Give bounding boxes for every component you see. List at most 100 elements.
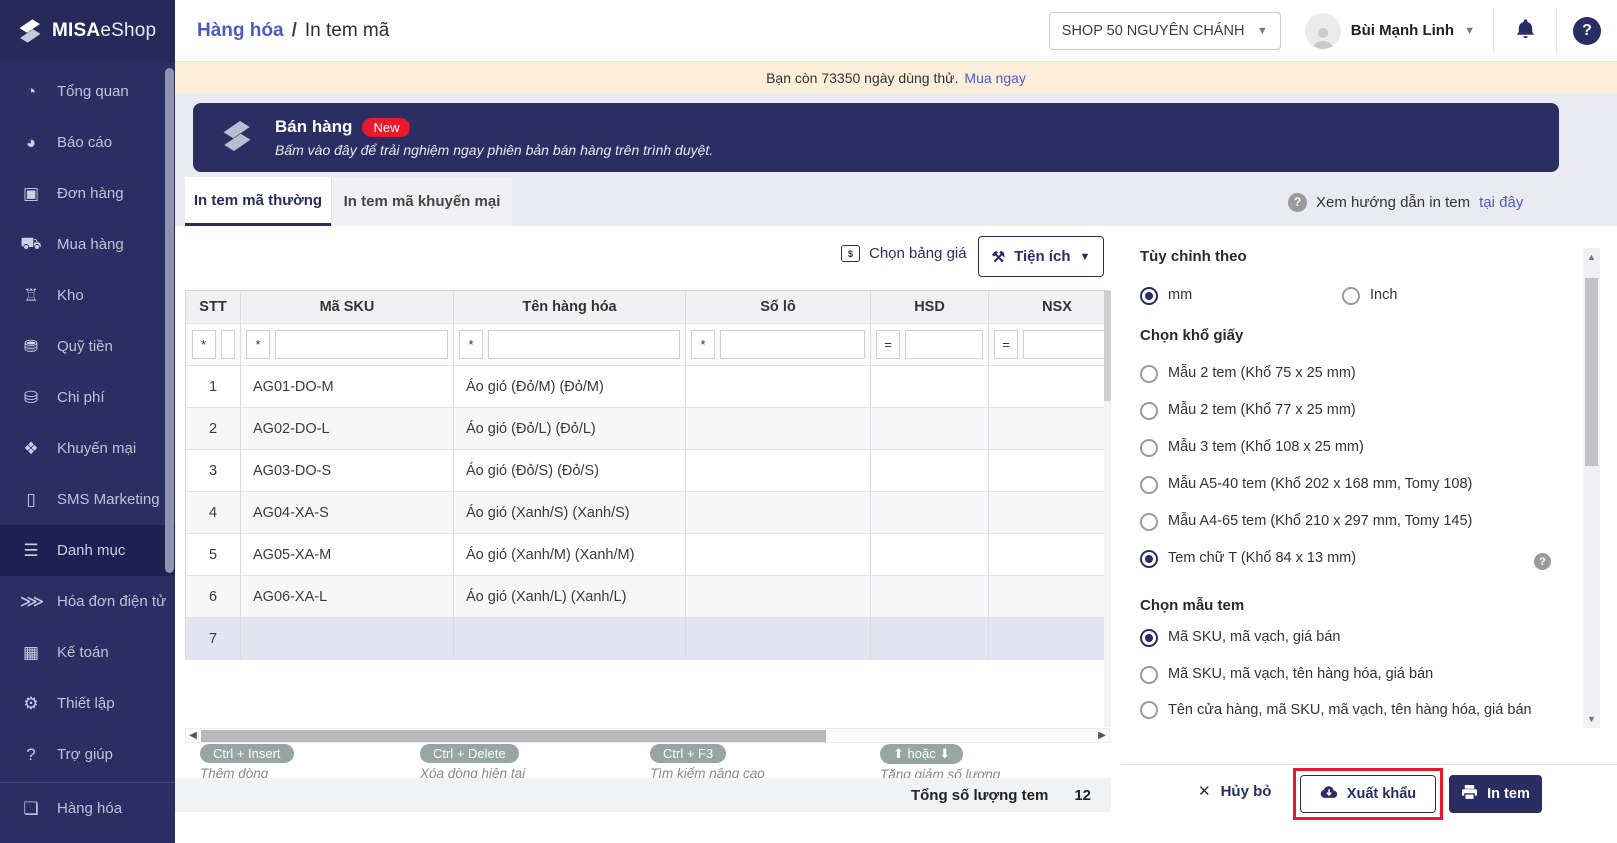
filter-input-hsd[interactable] [905,330,983,359]
panel-vertical-scrollbar[interactable]: ▲ ▼ [1583,248,1600,728]
tab-in-tem-ma-khuyen-mai[interactable]: In tem mã khuyến mại [331,177,512,226]
filter-operator[interactable]: = [876,330,900,359]
table-row[interactable]: 1 AG01-DO-M Áo gió (Đỏ/M) (Đỏ/M) [186,366,1110,408]
export-button[interactable]: Xuất khẩu [1300,775,1436,813]
app-logo[interactable]: MISAeShop [0,0,175,62]
sidebar-item-sms-marketing[interactable]: ▯ SMS Marketing [0,474,175,525]
radio-paper-option[interactable]: Mẫu A4-65 tem (Khổ 210 x 297 mm, Tomy 14… [1140,513,1472,531]
column-header-ma-sku[interactable]: Mã SKU [241,291,454,324]
radio-paper-option[interactable]: Mẫu 2 tem (Khổ 77 x 25 mm) [1140,402,1356,420]
filter-operator[interactable]: * [246,330,270,359]
cell-sku: AG03-DO-S [241,450,454,492]
column-header-ten-hang-hoa[interactable]: Tên hàng hóa [454,291,686,324]
cloud-download-icon [1320,785,1338,803]
notifications-button[interactable] [1494,17,1556,44]
table-row[interactable]: 2 AG02-DO-L Áo gió (Đỏ/L) (Đỏ/L) [186,408,1110,450]
guide-link[interactable]: tại đây [1479,194,1523,211]
print-button[interactable]: In tem [1449,775,1542,813]
table-horizontal-scrollbar[interactable]: ◀ ▶ [185,728,1110,743]
table-row-selected[interactable]: 7 [186,618,1110,660]
shop-selector[interactable]: SHOP 50 NGUYÊN CHÁNH ▼ [1048,11,1281,50]
sidebar-item-danh-muc[interactable]: ☰ Danh mục [0,525,175,576]
filter-operator[interactable]: * [691,330,715,359]
promo-banner[interactable]: Bán hàng New Bấm vào đây để trải nghiệm … [193,103,1559,172]
filter-input-ma-sku[interactable] [275,330,448,359]
radio-template-option-selected[interactable]: Mã SKU, mã vạch, giá bán [1140,629,1340,647]
sidebar-scrollbar[interactable] [165,68,174,573]
sidebar-item-khuyen-mai[interactable]: ❖ Khuyến mại [0,423,175,474]
print-guide: ? Xem hướng dẫn in tem tại đây [1288,190,1523,214]
radio-label: Mẫu 3 tem (Khổ 108 x 25 mm) [1168,439,1364,455]
breadcrumb-current: In tem mã [304,19,390,41]
shortcut-advanced-search: Ctrl + F3 Tìm kiếm nâng cao [650,744,765,781]
sidebar-item-mua-hang[interactable]: ⛟ Mua hàng [0,219,175,270]
sidebar-item-label: Thiết lập [57,695,115,712]
sidebar-item-quy-tien[interactable]: ⛃ Quỹ tiền [0,321,175,372]
table-row[interactable]: 5 AG05-XA-M Áo gió (Xanh/M) (Xanh/M) [186,534,1110,576]
gear-icon: ⚙ [23,693,39,713]
scroll-up-icon[interactable]: ▲ [1583,252,1600,262]
tab-in-tem-ma-thuong[interactable]: In tem mã thường [185,177,331,226]
sidebar-item-tro-giup[interactable]: ? Trợ giúp [0,729,175,780]
choose-price-list-button[interactable]: $ Chọn bảng giá [841,245,967,262]
sidebar-item-hang-hoa[interactable]: ❏ Hàng hóa [0,783,175,834]
question-icon: ? [1288,192,1307,212]
filter-input-ten-hang-hoa[interactable] [488,330,680,359]
column-header-nsx[interactable]: NSX [989,291,1110,324]
filter-input-stt[interactable] [220,330,235,359]
radio-paper-option[interactable]: Mẫu A5-40 tem (Khổ 202 x 168 mm, Tomy 10… [1140,476,1472,494]
breadcrumb-parent[interactable]: Hàng hóa [197,20,284,42]
filter-operator[interactable]: = [994,330,1018,359]
sidebar-item-kho[interactable]: ♖ Kho [0,270,175,321]
column-header-so-lo[interactable]: Số lô [686,291,871,324]
paper-help-icon[interactable]: ? [1534,553,1551,570]
shortcut-adjust-quantity: ⬆ hoặc ⬇ Tăng giảm số lượng [880,744,1000,782]
radio-paper-option[interactable]: Mẫu 3 tem (Khổ 108 x 25 mm) [1140,439,1364,457]
cancel-button[interactable]: ✕ Hủy bỏ [1198,782,1271,801]
column-header-stt[interactable]: STT [186,291,241,324]
sidebar-item-tong-quan[interactable]: ◔ Tổng quan [0,66,175,117]
sidebar-item-chi-phi[interactable]: ⛁ Chi phí [0,372,175,423]
scrollbar-thumb[interactable] [201,730,826,742]
chevron-down-icon: ▼ [1256,24,1268,37]
radio-paper-option-selected[interactable]: Tem chữ T (Khổ 84 x 13 mm) [1140,550,1356,568]
logo-misa: MISA [52,20,101,41]
scroll-left-icon[interactable]: ◀ [186,730,200,741]
table-row[interactable]: 4 AG04-XA-S Áo gió (Xanh/S) (Xanh/S) [186,492,1110,534]
radio-unit-inch[interactable]: Inch [1342,287,1397,305]
chevron-down-icon: ▼ [1464,24,1475,37]
sidebar: MISAeShop ◔ Tổng quan ◕ Báo cáo ▣ Đơn hàng … [0,0,175,843]
radio-unit-mm[interactable]: mm [1140,287,1192,305]
gift-icon: ❖ [23,438,39,458]
utilities-button[interactable]: ⚒ Tiện ích ▼ [978,236,1104,277]
sidebar-item-don-hang[interactable]: ▣ Đơn hàng [0,168,175,219]
radio-template-option[interactable]: Mã SKU, mã vạch, tên hàng hóa, giá bán [1140,666,1433,684]
user-menu[interactable]: Bùi Mạnh Linh ▼ [1304,12,1475,49]
sidebar-item-ke-toan[interactable]: ▦ Kế toán [0,627,175,678]
column-header-hsd[interactable]: HSD [871,291,989,324]
cell-nsx [989,408,1110,450]
filter-operator[interactable]: * [459,330,483,359]
sidebar-item-bao-cao[interactable]: ◕ Báo cáo [0,117,175,168]
shop-selector-value: SHOP 50 NGUYÊN CHÁNH [1061,22,1245,39]
filter-input-nsx[interactable] [1023,330,1110,359]
table-row[interactable]: 3 AG03-DO-S Áo gió (Đỏ/S) (Đỏ/S) [186,450,1110,492]
table-vertical-scrollbar[interactable] [1104,291,1111,727]
avatar [1304,12,1341,49]
buy-now-link[interactable]: Mua ngay [964,70,1025,86]
scroll-down-icon[interactable]: ▼ [1583,714,1600,724]
sidebar-item-thiet-lap[interactable]: ⚙ Thiết lập [0,678,175,729]
scroll-right-icon[interactable]: ▶ [1095,730,1109,741]
radio-paper-option[interactable]: Mẫu 2 tem (Khổ 75 x 25 mm) [1140,365,1356,383]
top-header: Hàng hóa / In tem mã SHOP 50 NGUYÊN CHÁN… [175,0,1617,62]
breadcrumb: Hàng hóa / In tem mã [175,20,389,42]
radio-template-option[interactable]: Tên cửa hàng, mã SKU, mã vạch, tên hàng … [1140,701,1540,721]
table-row[interactable]: 6 AG06-XA-L Áo gió (Xanh/L) (Xanh/L) [186,576,1110,618]
misa-logo-icon [16,17,44,45]
scrollbar-thumb[interactable] [1585,278,1598,466]
sidebar-item-hoa-don-dien-tu[interactable]: ⋙ Hóa đơn điện tử [0,576,175,627]
cell-sku: AG04-XA-S [241,492,454,534]
help-button[interactable]: ? [1557,16,1617,45]
filter-input-so-lo[interactable] [720,330,865,359]
filter-operator[interactable]: * [191,330,216,359]
